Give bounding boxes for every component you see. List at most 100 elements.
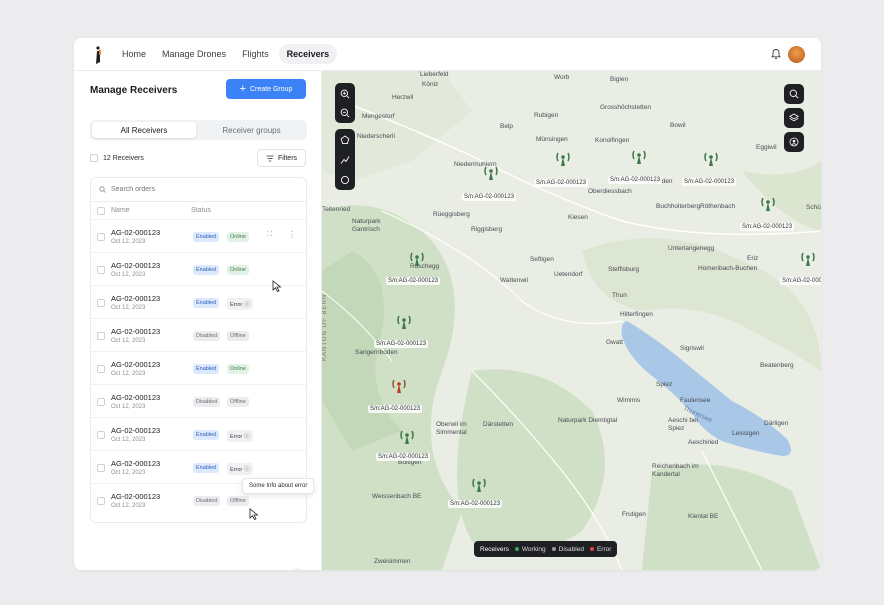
receiver-tower-icon[interactable] [395, 314, 413, 330]
select-all-row: 12 Receivers [90, 154, 144, 162]
previous-page-button[interactable]: ← [91, 568, 105, 570]
receiver-label[interactable]: S/n:AG-02-000123 [462, 193, 517, 201]
receiver-tower-icon[interactable] [482, 165, 500, 181]
receiver-tower-error-icon[interactable] [390, 378, 408, 394]
receiver-tower-icon[interactable] [554, 151, 572, 167]
map-place: Hilterfingen [620, 311, 653, 318]
map-place: Zweisimmen [374, 558, 411, 565]
receiver-label[interactable]: S/n:AG-02-000123 [386, 277, 441, 285]
state-badge: Enabled [193, 298, 220, 308]
receiver-label[interactable]: S/n:AG-02-000123 [608, 176, 663, 184]
page-title: Manage Receivers [90, 85, 178, 96]
map-view[interactable]: Lieberfeld Worb Biglen Herzwil Grosshöch… [322, 71, 821, 570]
receiver-tabs: All Receivers Receiver groups [90, 120, 307, 140]
search-input[interactable] [111, 186, 281, 193]
row-checkbox[interactable] [97, 431, 105, 439]
select-all-checkbox[interactable] [90, 154, 98, 162]
filter-icon [266, 155, 274, 161]
row-checkbox[interactable] [97, 464, 105, 472]
receiver-tower-icon[interactable] [630, 149, 648, 165]
receiver-tower-icon[interactable] [799, 251, 817, 267]
receiver-tower-icon[interactable] [702, 151, 720, 167]
state-badge: Enabled [193, 430, 220, 440]
status-badge: Online [227, 364, 249, 374]
table-row[interactable]: AG-02-000123 Oct 12, 2023 Disabled Offli… [91, 385, 306, 418]
receiver-tower-icon[interactable] [759, 196, 777, 212]
row-checkbox[interactable] [97, 365, 105, 373]
row-checkbox[interactable] [97, 497, 105, 505]
focus-icon[interactable]: ⛶ [267, 231, 272, 239]
status-badge: Error [227, 463, 253, 475]
map-place: Reichenbach im Kandertal [652, 463, 699, 478]
tab-receiver-groups[interactable]: Receiver groups [198, 122, 305, 138]
receiver-label[interactable]: S/n:AG-02-000123 [374, 340, 429, 348]
receiver-label[interactable]: S/n:AG-02-000123 [368, 405, 423, 413]
user-avatar[interactable] [788, 46, 805, 63]
map-place: Eggiwil [756, 144, 777, 151]
legend-item-working: Working [514, 546, 546, 553]
drawing-tools [335, 129, 355, 190]
map-search-button[interactable] [784, 84, 804, 104]
column-status: Status [191, 207, 211, 214]
receiver-label[interactable]: S/n:AG-02-000123 [682, 178, 737, 186]
receiver-name: AG-02-000123 [111, 294, 161, 303]
location-button[interactable] [784, 132, 804, 152]
create-group-button[interactable]: + Create Group [226, 79, 306, 99]
receiver-tower-icon[interactable] [398, 429, 416, 445]
zoom-out-button[interactable] [335, 104, 355, 122]
search-bar [91, 178, 306, 202]
table-row[interactable]: AG-02-000123 Oct 12, 2023 Disabled Offli… [91, 319, 306, 352]
app-logo [96, 46, 101, 64]
row-checkbox[interactable] [97, 398, 105, 406]
table-row[interactable]: AG-02-000123 Oct 12, 2023 Enabled Online [91, 352, 306, 385]
bell-icon[interactable] [770, 48, 782, 60]
more-options-icon[interactable]: ⋮ [288, 230, 296, 239]
receiver-tower-icon[interactable] [470, 477, 488, 493]
map-place: Worb [554, 74, 570, 81]
sidebar: Manage Receivers + Create Group All Rece… [74, 71, 322, 570]
row-checkbox[interactable] [97, 266, 105, 274]
nav-manage-drones[interactable]: Manage Drones [156, 44, 232, 64]
receiver-label[interactable]: S/n:AG-02-000123 [448, 500, 503, 508]
receiver-label[interactable]: S/n:AG-02-000123 [376, 453, 431, 461]
map-place: Thun [612, 292, 627, 299]
map-place: Kiental BE [688, 513, 719, 520]
polygon-tool-button[interactable] [335, 131, 355, 149]
map-place: Köniz [422, 81, 439, 88]
map-place: Faulensee [680, 397, 711, 404]
map-place: Sangernboden [355, 349, 398, 356]
map-place: Seftigen [530, 256, 554, 263]
nav-home[interactable]: Home [116, 44, 152, 64]
layers-button[interactable] [784, 108, 804, 128]
receiver-tower-icon[interactable] [408, 251, 426, 267]
row-checkbox[interactable] [97, 299, 105, 307]
receiver-name: AG-02-000123 [111, 426, 161, 435]
nav-flights[interactable]: Flights [236, 44, 275, 64]
filters-button[interactable]: Filters [257, 149, 306, 167]
receiver-label[interactable]: S/n:AG-02-000123 [740, 223, 795, 231]
table-header: Name Status [91, 202, 306, 220]
receiver-label[interactable]: S/n:AG-02-000123 [780, 277, 821, 285]
map-place: Eriz [747, 255, 759, 262]
create-group-label: Create Group [250, 85, 293, 93]
map-place: Aeschiried [688, 439, 719, 446]
row-checkbox[interactable] [97, 233, 105, 241]
circle-tool-button[interactable] [335, 171, 355, 189]
line-tool-button[interactable] [335, 151, 355, 169]
table-row[interactable]: AG-02-000123 Oct 12, 2023 Enabled Online… [91, 220, 306, 253]
receiver-date: Oct 12, 2023 [111, 470, 146, 476]
nav-receivers[interactable]: Receivers [278, 44, 338, 64]
map-place: Oberwil im Simmental [436, 421, 467, 436]
receiver-name: AG-02-000123 [111, 492, 161, 501]
header-checkbox[interactable] [97, 207, 105, 215]
map-place: Wattenwil [500, 277, 528, 284]
table-row[interactable]: AG-02-000123 Oct 12, 2023 Enabled Error [91, 418, 306, 451]
tab-all-receivers[interactable]: All Receivers [92, 122, 196, 138]
row-checkbox[interactable] [97, 332, 105, 340]
zoom-in-button[interactable] [335, 85, 355, 103]
next-page-button[interactable]: → [290, 568, 304, 570]
main-nav: Home Manage Drones Flights Receivers [116, 44, 338, 64]
map-legend: Receivers Working Disabled Error [474, 541, 618, 557]
zoom-out-icon [340, 108, 350, 118]
receiver-label[interactable]: S/n:AG-02-000123 [534, 179, 589, 187]
